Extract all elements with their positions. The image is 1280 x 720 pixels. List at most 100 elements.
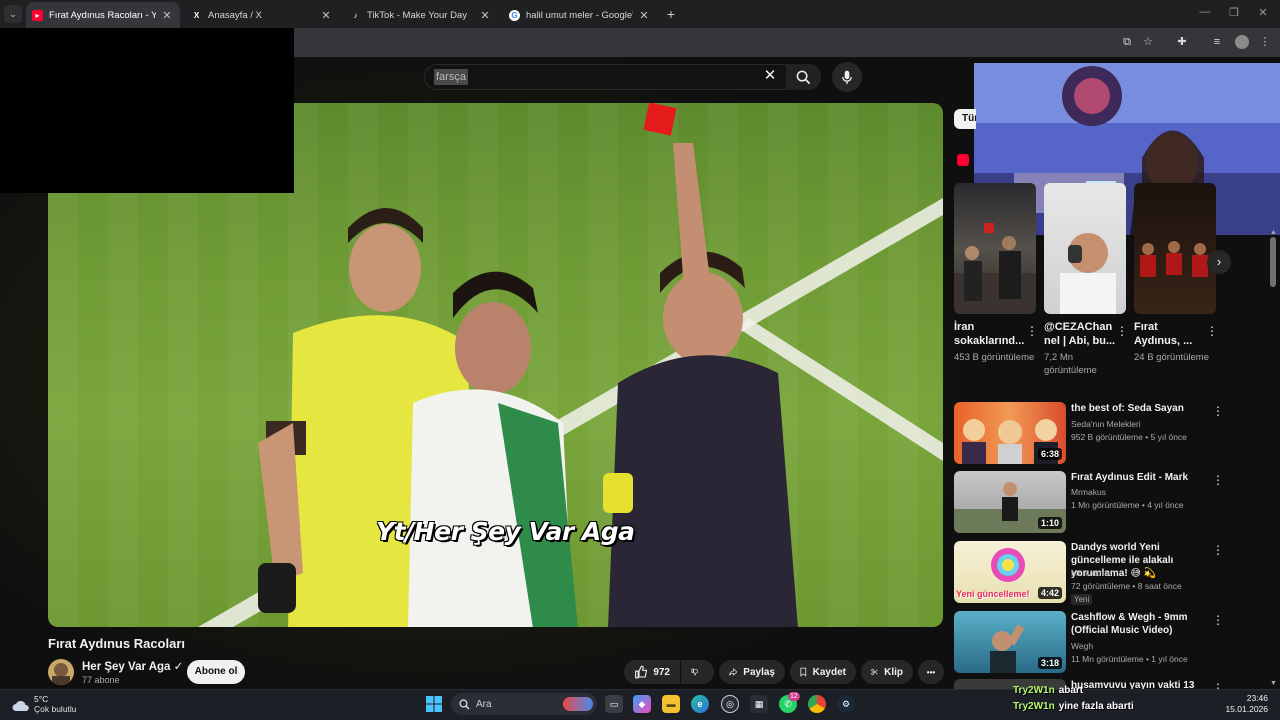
- tiktok-icon: ♪: [353, 10, 358, 20]
- windows-start-icon[interactable]: [425, 695, 443, 713]
- profile-avatar[interactable]: [1235, 35, 1249, 49]
- dislike-button[interactable]: [681, 660, 714, 684]
- share-button[interactable]: Paylaş: [719, 660, 785, 684]
- minimize-icon[interactable]: —: [1198, 6, 1212, 18]
- tab-tiktok[interactable]: ♪ TikTok - Make Your Day ✕: [344, 2, 498, 28]
- menu-kebab-icon[interactable]: ⋮: [1258, 35, 1272, 49]
- short-title: Fırat Aydınus, ...: [1134, 321, 1193, 347]
- taskbar-search[interactable]: Ara: [451, 693, 597, 715]
- recommended-video[interactable]: 3:18 Cashflow & Wegh - 9mm (Official Mus…: [954, 611, 1224, 673]
- microsoft-store-icon[interactable]: ▦: [750, 695, 768, 713]
- scroll-down-icon[interactable]: ▼: [1270, 680, 1277, 687]
- video-meta: 11 Mn görüntüleme • 1 yıl önce: [1071, 654, 1188, 664]
- extensions-icon[interactable]: ✚: [1175, 35, 1189, 49]
- game-icon[interactable]: ◎: [721, 695, 739, 713]
- steam-icon[interactable]: ⚙: [837, 695, 855, 713]
- chat-message: Try2W1n yine fazla abarti: [1013, 701, 1134, 712]
- more-options-icon[interactable]: ⋮: [1212, 404, 1224, 418]
- reading-list-icon[interactable]: ≡: [1210, 35, 1224, 49]
- task-view-icon[interactable]: ▭: [605, 695, 623, 713]
- short-card[interactable]: @CEZAChan nel | Abi, bu... 7,2 Mn görünt…: [1044, 183, 1128, 377]
- share-icon: [729, 668, 738, 676]
- like-button[interactable]: 972: [624, 660, 680, 684]
- video-title: Fırat Aydınus Racoları: [48, 636, 186, 651]
- voice-search-button[interactable]: [832, 62, 862, 92]
- tab-search-button[interactable]: ⌄: [4, 5, 22, 23]
- more-options-icon[interactable]: ⋮: [1116, 324, 1128, 338]
- clock-time: 23:46: [1246, 693, 1268, 703]
- thumbnail-text: Yeni güncelleme!: [956, 589, 1030, 599]
- black-overlay-box: [0, 28, 294, 193]
- search-query: farsça: [434, 69, 468, 85]
- more-options-icon[interactable]: ⋮: [1212, 473, 1224, 487]
- clear-search-icon[interactable]: ✕: [762, 68, 778, 84]
- thumbs-up-icon: [635, 665, 648, 679]
- browser-tabstrip: ⌄ ▸ Fırat Aydınus Racoları - YouTube ✕ X…: [0, 0, 1280, 28]
- chat-username: Try2W1n: [1013, 701, 1055, 712]
- search-button[interactable]: [786, 64, 821, 90]
- x-icon: X: [193, 10, 200, 20]
- close-tab-icon[interactable]: ✕: [319, 9, 333, 22]
- copilot-icon[interactable]: ◆: [633, 695, 651, 713]
- taskbar-search-label: Ara: [476, 698, 492, 710]
- close-tab-icon[interactable]: ✕: [478, 9, 492, 22]
- scrollbar-thumb[interactable]: [1270, 237, 1276, 287]
- bookmark-icon: [800, 667, 807, 677]
- recommended-video[interactable]: husamvuvu yayın vakti 13 ⋮: [954, 679, 1224, 689]
- video-meta: 952 B görüntüleme • 5 yıl önce: [1071, 432, 1187, 442]
- edge-browser-icon[interactable]: e: [691, 695, 709, 713]
- clock-date: 15.01.2026: [1225, 704, 1268, 714]
- clip-label: Klip: [884, 666, 903, 678]
- clip-button[interactable]: Klip: [861, 660, 913, 684]
- recommended-video[interactable]: 6:38 the best of: Seda Sayan Seda'nın Me…: [954, 402, 1224, 464]
- new-tab-button[interactable]: +: [662, 5, 680, 23]
- new-badge: Yeni: [1071, 594, 1093, 605]
- video-thumbnail: 3:18: [954, 611, 1066, 673]
- file-explorer-icon[interactable]: ▬: [662, 695, 680, 713]
- system-clock[interactable]: 23:46 15.01.2026: [1225, 693, 1268, 715]
- channel-avatar[interactable]: [48, 659, 74, 685]
- search-icon: [796, 70, 811, 84]
- subscriber-count: 77 abone: [82, 675, 120, 685]
- close-tab-icon[interactable]: ✕: [160, 9, 174, 22]
- close-tab-icon[interactable]: ✕: [637, 9, 651, 22]
- more-options-icon[interactable]: ⋮: [1212, 543, 1224, 557]
- more-actions-button[interactable]: •••: [918, 660, 944, 684]
- cast-icon[interactable]: ⧉: [1120, 35, 1134, 49]
- short-thumbnail: [1044, 183, 1126, 314]
- recommended-video[interactable]: 1:10 Fırat Aydınus Edit - Mark Mrmakus 1…: [954, 471, 1224, 533]
- chat-message: Try2W1n abart: [1013, 685, 1083, 696]
- tab-title: Anasayfa / X: [208, 9, 262, 21]
- tab-youtube[interactable]: ▸ Fırat Aydınus Racoları - YouTube ✕: [26, 2, 180, 28]
- more-options-icon[interactable]: ⋮: [1212, 613, 1224, 627]
- scroll-up-icon[interactable]: ▲: [1270, 229, 1277, 236]
- short-card[interactable]: İran sokaklarınd... 453 B görüntüleme ⋮: [954, 183, 1038, 364]
- video-title: the best of: Seda Sayan: [1071, 403, 1184, 414]
- short-views: 24 B görüntüleme: [1134, 352, 1209, 363]
- more-options-icon[interactable]: ⋮: [1026, 324, 1038, 338]
- share-label: Paylaş: [743, 666, 775, 678]
- next-arrow-icon[interactable]: ›: [1207, 250, 1231, 274]
- video-watermark-text: Yt/Her Şey Var Aga: [376, 517, 635, 546]
- save-button[interactable]: Kaydet: [790, 660, 856, 684]
- short-card[interactable]: Fırat Aydınus, ... 24 B görüntüleme ⋮: [1134, 183, 1218, 364]
- video-duration: 4:42: [1037, 587, 1062, 599]
- short-views: 453 B görüntüleme: [954, 352, 1035, 363]
- chat-text: abart: [1058, 685, 1084, 696]
- weather-widget[interactable]: 5°C Çok bulutlu: [12, 694, 77, 715]
- chip-all[interactable]: Tüm: [954, 109, 976, 129]
- chrome-icon[interactable]: [808, 695, 826, 713]
- weather-temp: 5°C: [34, 694, 49, 704]
- maximize-icon[interactable]: ❐: [1227, 6, 1241, 19]
- bookmark-star-icon[interactable]: ☆: [1141, 35, 1155, 49]
- video-title: Fırat Aydınus Edit - Mark: [1071, 472, 1189, 483]
- subscribe-button[interactable]: Abone ol: [187, 660, 245, 684]
- close-window-icon[interactable]: ✕: [1256, 6, 1270, 19]
- more-options-icon[interactable]: ⋮: [1212, 681, 1224, 689]
- tab-x[interactable]: X Anasayfa / X ✕: [185, 2, 339, 28]
- tab-google[interactable]: G halil umut meler - Google'da Ara ✕: [503, 2, 657, 28]
- more-options-icon[interactable]: ⋮: [1206, 324, 1218, 338]
- whatsapp-badge: 12: [788, 692, 800, 701]
- channel-name[interactable]: Her Şey Var Aga ✓: [82, 659, 183, 673]
- recommended-video[interactable]: Yeni güncelleme! 4:42 Dandys world Yeni …: [954, 541, 1224, 605]
